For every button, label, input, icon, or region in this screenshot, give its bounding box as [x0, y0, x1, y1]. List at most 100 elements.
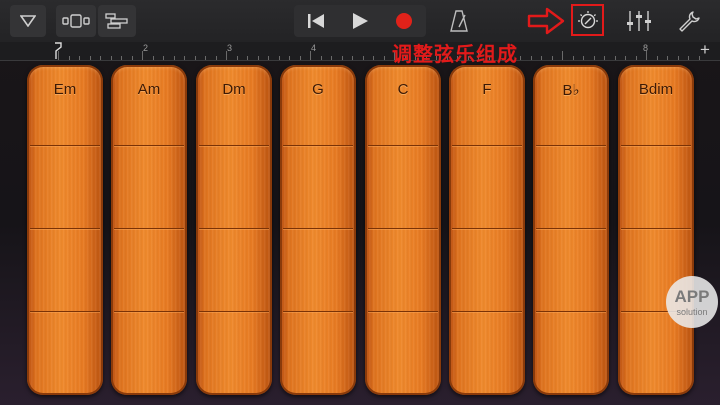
chord-strip[interactable]: C — [365, 65, 441, 395]
strip-segment-divider — [452, 228, 522, 229]
ruler-tick — [174, 56, 175, 60]
ruler-tick — [562, 51, 563, 60]
add-section-button[interactable]: + — [700, 40, 710, 60]
ruler-tick — [258, 56, 259, 60]
strip-segment-divider — [452, 145, 522, 146]
strip-segment-divider — [199, 228, 269, 229]
record-button[interactable] — [382, 5, 426, 37]
ruler-tick — [58, 51, 59, 60]
app-solution-watermark: APP solution — [666, 276, 718, 328]
chord-strip[interactable]: Am — [111, 65, 187, 395]
ruler-tick — [111, 56, 112, 60]
ruler-tick — [132, 56, 133, 60]
ruler-tick — [100, 56, 101, 60]
chord-strip[interactable]: Dm — [196, 65, 272, 395]
chord-strip[interactable]: G — [280, 65, 356, 395]
chord-label: C — [397, 81, 409, 98]
tracks-view-button[interactable] — [98, 5, 136, 37]
settings-button[interactable] — [672, 5, 706, 37]
chord-label: F — [482, 81, 492, 98]
strip-segment-divider — [368, 311, 438, 312]
chord-label: Am — [137, 81, 161, 98]
ruler-tick — [520, 56, 521, 60]
mixer-button[interactable] — [622, 5, 656, 37]
ruler-tick — [384, 56, 385, 60]
ruler-tick — [79, 56, 80, 60]
watermark-line1: APP — [674, 287, 710, 306]
strip-segment-divider — [536, 228, 606, 229]
tracks-view-icon — [105, 13, 128, 29]
strip-segment-divider — [283, 228, 353, 229]
control-bar — [0, 0, 720, 42]
ruler-tick — [90, 56, 91, 60]
chord-label: Dm — [222, 81, 246, 98]
ruler-tick — [625, 56, 626, 60]
ruler-tick — [667, 56, 668, 60]
timeline-ruler[interactable]: 2 3 4 8 + — [0, 40, 720, 61]
strip-segment-divider — [199, 311, 269, 312]
ruler-tick — [342, 56, 343, 60]
ruler-tick — [552, 56, 553, 60]
ruler-tick — [195, 56, 196, 60]
ruler-tick — [678, 56, 679, 60]
chord-strip[interactable]: Em — [27, 65, 103, 395]
strip-segment-divider — [30, 311, 100, 312]
annotation-text: 调整弦乐组成 — [392, 42, 518, 66]
strip-segment-divider — [30, 145, 100, 146]
ruler-tick — [268, 56, 269, 60]
view-toggle-button[interactable] — [56, 5, 96, 37]
bar-number-4: 4 — [311, 43, 317, 53]
ruler-tick — [657, 56, 658, 60]
dropdown-triangle-icon — [20, 15, 36, 27]
settings-wrench-icon — [679, 11, 700, 32]
strip-segment-divider — [114, 228, 184, 229]
ruler-tick — [373, 56, 374, 60]
view-toggle-icon — [62, 14, 90, 28]
strip-segment-divider — [199, 145, 269, 146]
transport-controls — [294, 5, 426, 37]
chord-strips-settings-icon — [577, 11, 598, 29]
metronome-icon — [450, 10, 468, 32]
bar-number-2: 2 — [143, 43, 149, 53]
strip-segment-divider — [452, 311, 522, 312]
ruler-tick — [69, 56, 70, 60]
play-button[interactable] — [338, 5, 382, 37]
ruler-tick — [331, 56, 332, 60]
rewind-button[interactable] — [294, 5, 338, 37]
watermark-line2: solution — [676, 307, 708, 317]
ruler-tick — [121, 56, 122, 60]
strip-segment-divider — [536, 145, 606, 146]
chord-strips-settings-button[interactable] — [571, 5, 604, 37]
ruler-tick — [615, 56, 616, 60]
strip-segment-divider — [621, 228, 691, 229]
chord-label: B♭ — [562, 82, 580, 99]
chord-strip[interactable]: Bdim — [618, 65, 694, 395]
mixer-icon — [627, 11, 651, 31]
strip-segment-divider — [621, 145, 691, 146]
playhead-marker[interactable] — [54, 42, 64, 60]
ruler-tick — [688, 56, 689, 60]
ruler-tick — [237, 56, 238, 60]
chord-label: Bdim — [638, 81, 674, 98]
ruler-tick — [636, 56, 637, 60]
ruler-tick — [247, 56, 248, 60]
ruler-tick — [352, 56, 353, 60]
ruler-tick — [279, 56, 280, 60]
rewind-icon — [308, 14, 324, 28]
strip-segment-divider — [114, 311, 184, 312]
ruler-tick — [583, 56, 584, 60]
browser-dropdown-button[interactable] — [10, 5, 46, 37]
chord-label: G — [312, 81, 324, 98]
ruler-tick — [300, 56, 301, 60]
metronome-button[interactable] — [442, 5, 476, 37]
ruler-tick — [531, 56, 532, 60]
ruler-tick — [604, 56, 605, 60]
bar-number-8: 8 — [643, 43, 649, 53]
ruler-tick — [541, 56, 542, 60]
strip-segment-divider — [536, 311, 606, 312]
strip-segment-divider — [30, 228, 100, 229]
bar-number-3: 3 — [227, 43, 233, 53]
chord-strip[interactable]: F — [449, 65, 525, 395]
chord-strip[interactable]: B♭ — [533, 65, 609, 395]
ruler-tick — [573, 56, 574, 60]
